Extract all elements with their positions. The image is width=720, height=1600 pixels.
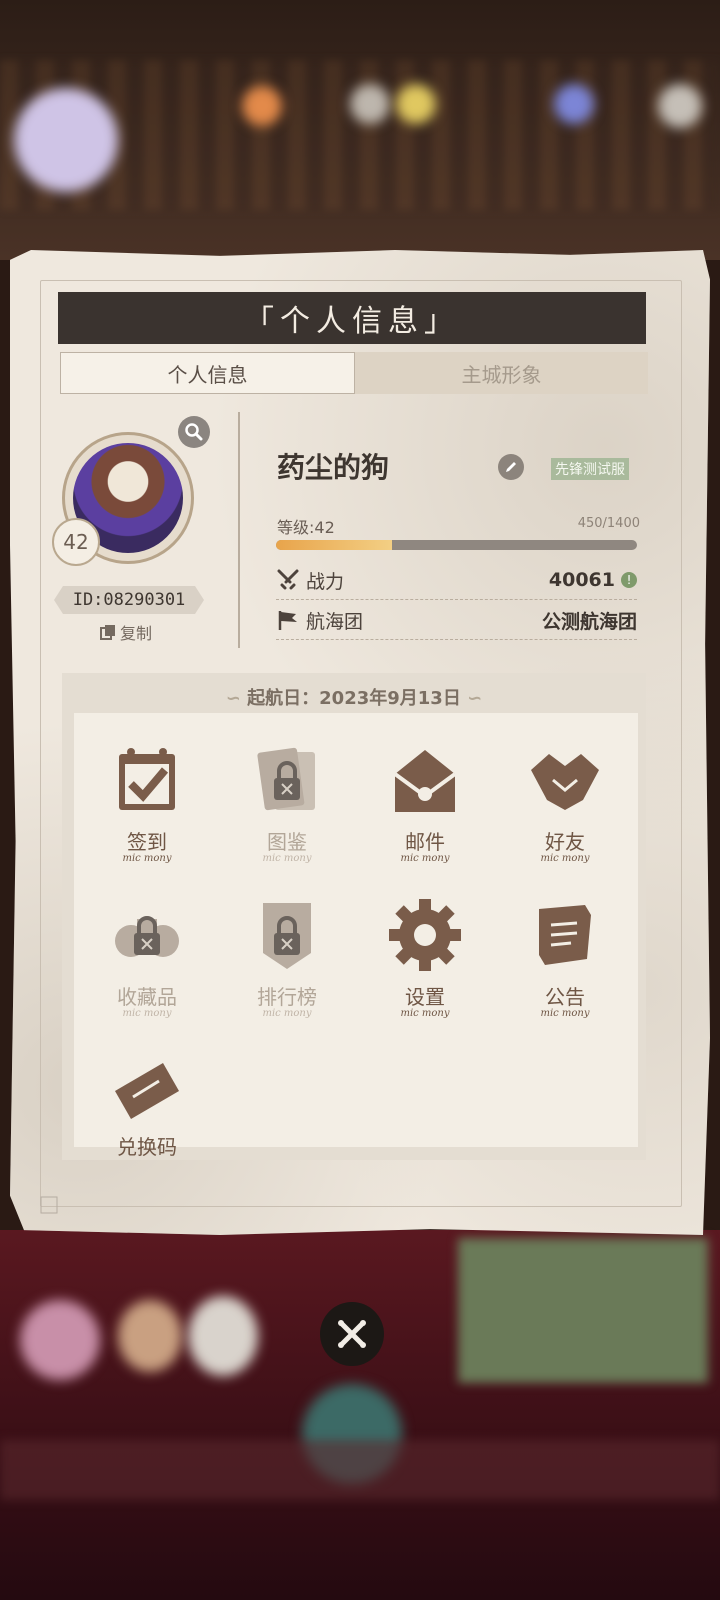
close-button[interactable] <box>320 1302 384 1366</box>
feature-subtitle: mic mony <box>400 853 450 864</box>
search-icon <box>185 423 203 441</box>
level-badge: 42 <box>52 518 100 566</box>
background-resource-blur <box>242 86 282 126</box>
feature-binoculars-lock-button[interactable]: 收藏品 mic mony <box>92 895 202 1025</box>
feature-mail-button[interactable]: 邮件 mic mony <box>370 740 480 870</box>
voyage-date-text: 起航日：2023年9月13日 <box>247 688 461 709</box>
feature-label: 邮件 <box>405 830 445 854</box>
panel-title: 「个人信息」 <box>58 292 646 344</box>
background-nav-bar-blur <box>0 1440 720 1500</box>
power-label: 战力 <box>306 570 345 593</box>
background-resource-blur <box>350 84 390 124</box>
edit-name-button[interactable] <box>498 454 524 480</box>
flag-icon <box>276 609 300 631</box>
zoom-avatar-button[interactable] <box>178 416 210 448</box>
player-id: ID:08290301 <box>54 586 204 614</box>
feature-cards-lock-button[interactable]: 图鉴 mic mony <box>232 740 342 870</box>
cards-lock-icon <box>257 747 315 811</box>
scroll-icon <box>539 905 591 965</box>
copy-icon <box>100 625 115 640</box>
gear-icon <box>389 899 461 971</box>
level-label: 等级:42 <box>277 518 335 537</box>
feature-subtitle: mic mony <box>122 853 172 864</box>
feature-subtitle: mic mony <box>262 853 312 864</box>
background-hero-blur <box>118 1300 182 1372</box>
divider <box>238 412 240 648</box>
background-avatar-blur <box>14 88 118 192</box>
ticket-icon <box>115 1063 179 1119</box>
calendar-check-icon <box>119 748 175 810</box>
feature-subtitle: mic mony <box>122 1008 172 1019</box>
footer-logo <box>40 1196 58 1217</box>
exp-value: 450/1400 <box>577 516 640 531</box>
feature-label: 图鉴 <box>267 830 307 854</box>
feature-subtitle: mic mony <box>400 1008 450 1019</box>
feature-label: 排行榜 <box>257 985 317 1009</box>
tab-city-appearance[interactable]: 主城形象 <box>355 352 648 394</box>
banner-lock-icon <box>263 903 311 969</box>
tab-bar: 个人信息 主城形象 <box>60 352 648 394</box>
exp-bar <box>276 540 637 550</box>
tab-profile[interactable]: 个人信息 <box>60 352 355 394</box>
feature-subtitle: mic mony <box>262 1008 312 1019</box>
handshake-icon <box>531 754 599 810</box>
voyage-date: ∽ 起航日：2023年9月13日 ∽ <box>62 684 646 710</box>
player-name: 药尘的狗 <box>277 451 390 484</box>
feature-gear-button[interactable]: 设置 mic mony <box>370 895 480 1025</box>
background-banner-blur <box>458 1238 708 1383</box>
mail-icon <box>393 750 457 812</box>
feature-handshake-button[interactable]: 好友 mic mony <box>510 740 620 870</box>
ornament-left-icon: ∽ <box>225 688 241 709</box>
feature-subtitle: mic mony <box>540 1008 590 1019</box>
background-resource-blur <box>554 84 594 124</box>
power-info-icon[interactable]: ! <box>621 572 637 588</box>
background-hero-blur <box>188 1296 258 1376</box>
ornament-right-icon: ∽ <box>467 688 483 709</box>
feature-label: 收藏品 <box>117 985 177 1009</box>
feature-ticket-button[interactable]: 兑换码 <box>92 1045 202 1175</box>
power-value: 40061 <box>548 569 615 591</box>
binoculars-lock-icon <box>115 916 179 957</box>
background-hero-blur <box>20 1300 100 1380</box>
feature-banner-lock-button[interactable]: 排行榜 mic mony <box>232 895 342 1025</box>
guild-label: 航海团 <box>306 610 364 633</box>
feature-subtitle: mic mony <box>540 853 590 864</box>
crossed-swords-icon <box>276 569 300 591</box>
guild-row: 航海团 公测航海团 <box>276 601 637 640</box>
feature-label: 签到 <box>127 830 167 854</box>
exp-bar-fill <box>276 540 392 550</box>
feature-label: 公告 <box>545 985 585 1009</box>
copy-id-button[interactable]: 复制 <box>100 620 152 644</box>
crossed-bones-close-icon <box>338 1320 366 1348</box>
feature-label: 好友 <box>545 830 585 854</box>
pencil-icon <box>506 462 516 472</box>
power-row: 战力 40061 ! <box>276 561 637 600</box>
feature-label: 设置 <box>405 985 445 1009</box>
guild-value[interactable]: 公测航海团 <box>542 607 637 634</box>
copy-label: 复制 <box>120 624 153 643</box>
feature-calendar-check-button[interactable]: 签到 mic mony <box>92 740 202 870</box>
background-resource-blur <box>658 84 702 128</box>
background-resource-blur <box>396 84 436 124</box>
feature-label: 兑换码 <box>117 1135 177 1159</box>
feature-scroll-button[interactable]: 公告 mic mony <box>510 895 620 1025</box>
server-tag: 先锋测试服 <box>551 458 629 480</box>
